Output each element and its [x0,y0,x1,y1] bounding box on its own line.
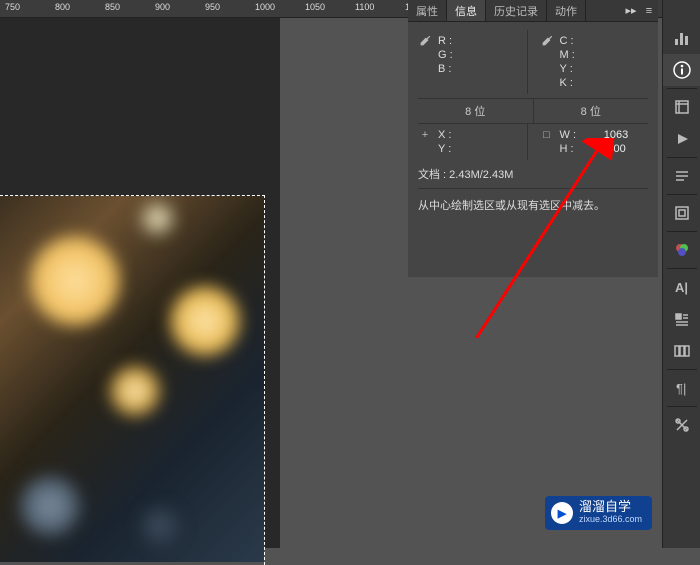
history-icon[interactable] [663,91,700,123]
play-icon: ▶ [551,502,573,524]
ruler-tick: 950 [205,2,220,12]
info-panel: 属性 信息 历史记录 动作 ▸▸ ≡ R : G : B : C : M : [408,0,658,277]
paragraph-style-icon[interactable] [663,303,700,335]
bit-depth-right: 8 位 [533,99,649,123]
document-size: 文档 : 2.43M/2.43M [418,160,648,189]
actions-icon[interactable] [663,123,700,155]
xy-readout: X : Y : [438,128,451,156]
brushes-icon[interactable]: ¶| [663,372,700,404]
height-value: 800 [586,142,626,156]
panel-tabs: 属性 信息 历史记录 动作 ▸▸ ≡ [408,0,658,22]
bit-depth-left: 8 位 [418,99,533,123]
info-icon[interactable] [663,54,700,86]
dimensions-icon: □ [540,128,554,142]
swatches-icon[interactable] [663,234,700,266]
tool-hint: 从中心绘制选区或从现有选区中减去。 [418,189,648,221]
eyedropper-icon [540,34,554,51]
svg-text:A|: A| [675,280,688,295]
ruler-tick: 800 [55,2,70,12]
tab-properties[interactable]: 属性 [408,0,447,21]
document-image[interactable] [0,196,264,562]
ruler-tick: 1100 [355,2,374,12]
ruler-tick: 750 [5,2,20,12]
character-icon[interactable]: A| [663,271,700,303]
right-icon-rail: A| ¶| [662,0,700,548]
wh-readout: W : 1063 H : 800 [560,128,629,156]
histogram-icon[interactable] [663,22,700,54]
library-icon[interactable] [663,197,700,229]
svg-text:¶|: ¶| [676,381,686,396]
tools-icon[interactable] [663,409,700,441]
ruler-tick: 1000 [255,2,275,12]
panel-menu-icon[interactable]: ≡ [640,0,658,21]
selection-marquee-right [264,195,266,565]
paragraph-icon[interactable] [663,160,700,192]
tab-info[interactable]: 信息 [447,0,486,21]
crosshair-icon: + [418,128,432,142]
ruler-tick: 900 [155,2,170,12]
watermark-title: 溜溜自学 [579,499,631,514]
watermark: ▶ 溜溜自学 zixue.3d66.com [545,496,652,530]
watermark-url: zixue.3d66.com [579,513,642,526]
width-value: 1063 [588,128,628,142]
cmyk-readout: C : M : Y : K : [560,34,575,90]
rgb-readout: R : G : B : [438,34,453,76]
ruler-tick: 850 [105,2,120,12]
panel-collapse-icon[interactable]: ▸▸ [622,0,640,21]
canvas-area[interactable] [0,18,280,548]
ruler-tick: 1050 [305,2,325,12]
tab-history[interactable]: 历史记录 [486,0,547,21]
tab-actions[interactable]: 动作 [547,0,586,21]
selection-marquee-top [0,195,265,197]
glyphs-icon[interactable] [663,335,700,367]
eyedropper-icon [418,34,432,51]
